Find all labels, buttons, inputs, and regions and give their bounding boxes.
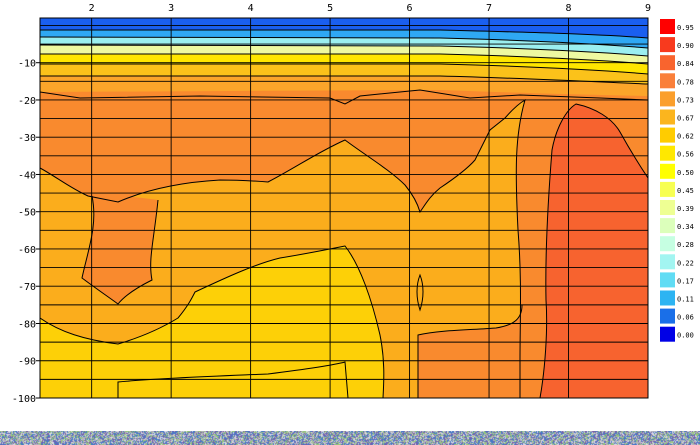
- y-tick-label: -10: [18, 59, 36, 70]
- colorbar-label: 0.90: [677, 42, 694, 50]
- y-tick-label: -20: [18, 96, 36, 107]
- colorbar-swatch: [660, 200, 675, 215]
- colorbar-label: 0.56: [677, 151, 694, 159]
- colorbar-label: 0.11: [677, 296, 694, 304]
- y-tick-label: -100: [12, 394, 36, 405]
- colorbar-label: 0.84: [677, 60, 694, 68]
- colorbar-swatch: [660, 145, 675, 161]
- y-tick-label: -30: [18, 133, 36, 144]
- colorbar-label: 0.73: [677, 96, 694, 104]
- x-axis-ticks: 2 3 4 5 6 7 8 9: [89, 3, 651, 14]
- colorbar-label: 0.95: [677, 24, 694, 32]
- colorbar-label: 0.22: [677, 259, 694, 267]
- colorbar-swatch: [660, 19, 675, 34]
- colorbar-label: 0.67: [677, 115, 694, 123]
- colorbar-label: 0.50: [677, 169, 694, 177]
- colorbar-swatch: [660, 73, 675, 89]
- x-tick-label: 8: [566, 3, 572, 14]
- colorbar-label: 0.28: [677, 241, 694, 249]
- colorbar-swatch: [660, 308, 675, 324]
- colorbar-label: 0.45: [677, 187, 694, 195]
- colorbar-swatch: [660, 55, 675, 71]
- colorbar-swatch: [660, 109, 675, 125]
- x-tick-label: 4: [248, 3, 254, 14]
- colorbar-label: 0.00: [677, 332, 694, 340]
- colorbar-swatch: [660, 236, 675, 252]
- colorbar-swatch: [660, 127, 675, 143]
- x-tick-label: 3: [168, 3, 174, 14]
- colorbar-label: 0.78: [677, 78, 694, 86]
- y-tick-label: -90: [18, 357, 36, 368]
- colorbar-swatch: [660, 272, 675, 288]
- colorbar-legend: 0.95 0.90 0.84 0.78 0.73 0.67 0.62 0.56 0.50 0.45…: [660, 19, 694, 342]
- noise-strip: [0, 431, 700, 445]
- x-tick-label: 9: [645, 3, 651, 14]
- colorbar-swatch: [660, 290, 675, 306]
- colorbar-label: 0.17: [677, 277, 694, 285]
- y-tick-label: -70: [18, 282, 36, 293]
- colorbar-swatch: [660, 254, 675, 270]
- colorbar-label: 0.34: [677, 223, 694, 231]
- x-tick-label: 7: [486, 3, 492, 14]
- x-tick-label: 6: [407, 3, 413, 14]
- y-tick-label: -50: [18, 208, 36, 219]
- x-tick-label: 5: [327, 3, 333, 14]
- colorbar-swatch: [660, 91, 675, 107]
- y-tick-label: -60: [18, 245, 36, 256]
- colorbar-swatch: [660, 37, 675, 53]
- y-tick-label: -40: [18, 170, 36, 181]
- colorbar-swatch: [660, 326, 675, 342]
- x-tick-label: 2: [89, 3, 95, 14]
- contour-chart: 2 3 4 5 6 7 8 9 -10 -20 -30 -40 -50 -60 -70 -80 -90 -100…: [12, 3, 694, 405]
- colorbar-label: 0.39: [677, 205, 694, 213]
- y-axis-ticks: -10 -20 -30 -40 -50 -60 -70 -80 -90 -100: [12, 59, 40, 405]
- colorbar-swatch: [660, 181, 675, 197]
- colorbar-swatch: [660, 163, 675, 179]
- colorbar-swatch: [660, 218, 675, 234]
- colorbar-label: 0.62: [677, 133, 694, 141]
- colorbar-label: 0.06: [677, 314, 694, 322]
- y-tick-label: -80: [18, 319, 36, 330]
